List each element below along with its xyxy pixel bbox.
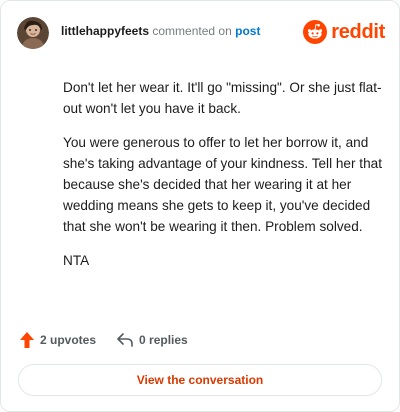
- replies-button[interactable]: 0 replies: [116, 332, 188, 348]
- view-conversation-button[interactable]: View the conversation: [18, 364, 382, 396]
- comment-footer: 2 upvotes 0 replies: [19, 331, 188, 349]
- user-avatar[interactable]: [17, 17, 49, 49]
- action-text: commented on: [152, 24, 232, 38]
- comment-embed-card: littlehappyfeets commented on post reddi…: [0, 0, 400, 412]
- reply-icon: [117, 333, 133, 347]
- upvote-count: 2 upvotes: [40, 333, 97, 347]
- avatar-image: [17, 17, 49, 49]
- comment-paragraph: You were generous to offer to let her bo…: [63, 135, 382, 234]
- reddit-wordmark: reddit: [331, 20, 385, 43]
- comment-paragraph: NTA: [63, 253, 90, 268]
- upvote-button[interactable]: 2 upvotes: [19, 331, 96, 349]
- username-link[interactable]: littlehappyfeets: [61, 24, 149, 38]
- comment-body: Don't let her wear it. It'll go "missing…: [63, 77, 385, 284]
- comment-paragraph: Don't let her wear it. It'll go "missing…: [63, 80, 382, 116]
- comment-header: littlehappyfeets commented on post reddi…: [17, 17, 385, 49]
- upvote-arrow-icon: [20, 332, 34, 348]
- post-link[interactable]: post: [235, 24, 260, 38]
- reddit-brand[interactable]: reddit: [303, 20, 385, 44]
- comment-meta: littlehappyfeets commented on post: [61, 23, 303, 39]
- reply-count: 0 replies: [139, 333, 188, 347]
- reddit-snoo-icon: [303, 20, 328, 44]
